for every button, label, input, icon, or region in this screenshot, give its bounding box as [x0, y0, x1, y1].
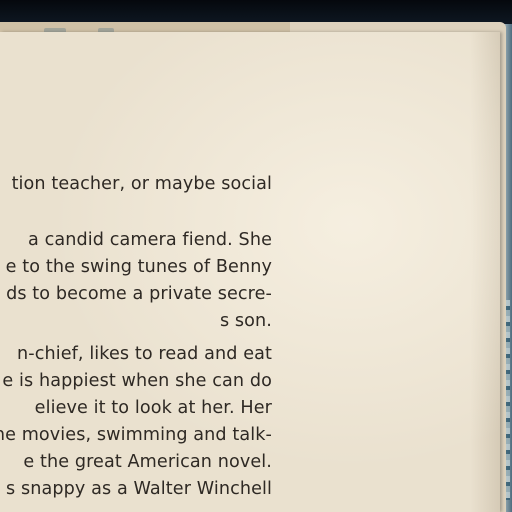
text-line: n-chief, likes to read and eat: [17, 344, 272, 364]
text-line: s snappy as a Walter Winchell: [6, 479, 272, 499]
text-line: elieve it to look at her. Her: [34, 398, 272, 418]
text-line: s son.: [219, 311, 272, 331]
text-line: ds to become a private secre-: [6, 284, 272, 304]
text-line: he movies, swimming and talk-: [0, 425, 272, 445]
text-block: tion teacher, or maybe social a candid c…: [0, 0, 272, 512]
text-line: a candid camera fiend. She: [28, 230, 272, 250]
photo-scene: tion teacher, or maybe social a candid c…: [0, 0, 512, 512]
text-line: e the great American novel.: [23, 452, 272, 472]
text-line: e is happiest when she can do: [2, 371, 272, 391]
text-line: e to the swing tunes of Benny: [5, 257, 272, 277]
text-line: tion teacher, or maybe social: [11, 174, 272, 194]
